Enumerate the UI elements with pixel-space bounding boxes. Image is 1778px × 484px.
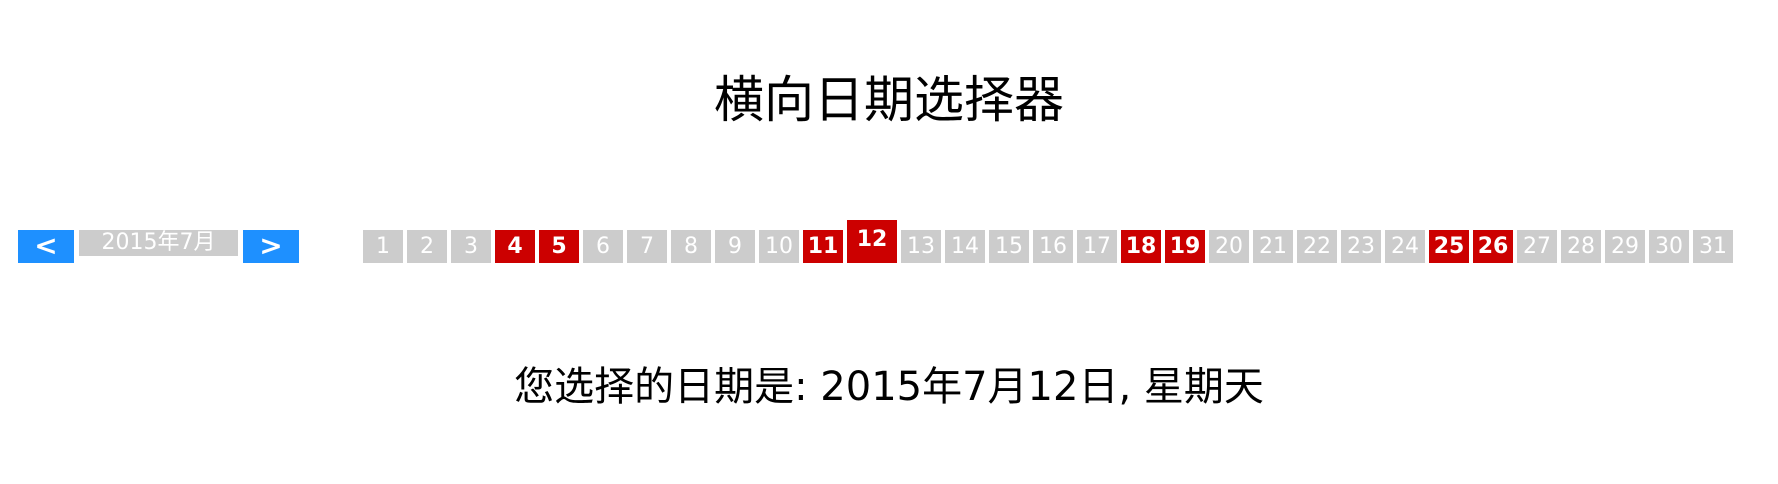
day-15[interactable]: 15 <box>989 230 1029 263</box>
day-29[interactable]: 29 <box>1605 230 1645 263</box>
day-10[interactable]: 10 <box>759 230 799 263</box>
day-2[interactable]: 2 <box>407 230 447 263</box>
day-25[interactable]: 25 <box>1429 230 1469 263</box>
day-5[interactable]: 5 <box>539 230 579 263</box>
day-30[interactable]: 30 <box>1649 230 1689 263</box>
day-16[interactable]: 16 <box>1033 230 1073 263</box>
horizontal-date-picker: < 2015年7月 > 1 2 3 4 5 6 7 8 9 10 11 12 13 14 15 16 17 18 1… <box>18 220 1758 265</box>
day-24[interactable]: 24 <box>1385 230 1425 263</box>
day-6[interactable]: 6 <box>583 230 623 263</box>
day-3[interactable]: 3 <box>451 230 491 263</box>
day-21[interactable]: 21 <box>1253 230 1293 263</box>
day-4[interactable]: 4 <box>495 230 535 263</box>
day-9[interactable]: 9 <box>715 230 755 263</box>
day-1[interactable]: 1 <box>363 230 403 263</box>
next-month-button[interactable]: > <box>243 230 299 263</box>
day-27[interactable]: 27 <box>1517 230 1557 263</box>
day-13[interactable]: 13 <box>901 230 941 263</box>
day-26[interactable]: 26 <box>1473 230 1513 263</box>
day-23[interactable]: 23 <box>1341 230 1381 263</box>
selected-date-text: 您选择的日期是: 2015年7月12日, 星期天 <box>514 364 1264 410</box>
day-20[interactable]: 20 <box>1209 230 1249 263</box>
day-22[interactable]: 22 <box>1297 230 1337 263</box>
day-11[interactable]: 11 <box>803 230 843 263</box>
day-17[interactable]: 17 <box>1077 230 1117 263</box>
day-31[interactable]: 31 <box>1693 230 1733 263</box>
page-title: 横向日期选择器 <box>714 71 1064 129</box>
day-28[interactable]: 28 <box>1561 230 1601 263</box>
day-19[interactable]: 19 <box>1165 230 1205 263</box>
prev-month-button[interactable]: < <box>18 230 74 263</box>
day-18[interactable]: 18 <box>1121 230 1161 263</box>
day-8[interactable]: 8 <box>671 230 711 263</box>
current-month-label: 2015年7月 <box>79 230 238 256</box>
day-14[interactable]: 14 <box>945 230 985 263</box>
day-7[interactable]: 7 <box>627 230 667 263</box>
day-12-selected[interactable]: 12 <box>847 220 897 263</box>
